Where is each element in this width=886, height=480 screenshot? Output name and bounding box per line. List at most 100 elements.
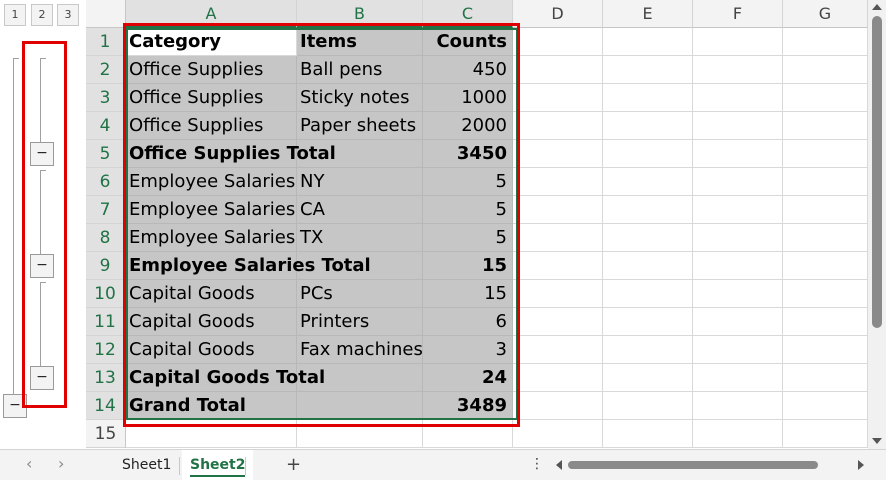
cell-e15[interactable] <box>603 420 693 448</box>
cell-g4[interactable] <box>783 112 868 140</box>
cell-c3[interactable]: 1000 <box>423 84 513 112</box>
column-header-c[interactable]: C <box>423 0 513 28</box>
cell-b12[interactable]: Fax machines <box>297 336 423 364</box>
cell-g13[interactable] <box>783 364 868 392</box>
vertical-scroll-thumb[interactable] <box>872 16 882 328</box>
row-header-3[interactable]: 3 <box>86 84 126 112</box>
row-header-5[interactable]: 5 <box>86 140 126 168</box>
outline-level-1-button[interactable]: 1 <box>4 4 26 26</box>
add-sheet-button[interactable]: + <box>286 454 301 475</box>
cell-f11[interactable] <box>693 308 783 336</box>
cell-b11[interactable]: Printers <box>297 308 423 336</box>
cell-g10[interactable] <box>783 280 868 308</box>
cell-d12[interactable] <box>513 336 603 364</box>
row-header-10[interactable]: 10 <box>86 280 126 308</box>
cell-e6[interactable] <box>603 168 693 196</box>
cell-f9[interactable] <box>693 252 783 280</box>
horizontal-scrollbar[interactable] <box>556 459 868 471</box>
cell-f7[interactable] <box>693 196 783 224</box>
row-header-1[interactable]: 1 <box>86 28 126 56</box>
cell-e10[interactable] <box>603 280 693 308</box>
cell-f6[interactable] <box>693 168 783 196</box>
cell-b8[interactable]: TX <box>297 224 423 252</box>
cell-c14[interactable]: 3489 <box>423 392 513 420</box>
cell-a3[interactable]: Office Supplies <box>126 84 297 112</box>
row-header-4[interactable]: 4 <box>86 112 126 140</box>
cell-a5[interactable]: Office Supplies Total <box>126 140 336 168</box>
cell-c1[interactable]: Counts <box>423 28 513 56</box>
cell-d13[interactable] <box>513 364 603 392</box>
cell-e14[interactable] <box>603 392 693 420</box>
cell-g8[interactable] <box>783 224 868 252</box>
cell-e8[interactable] <box>603 224 693 252</box>
cell-f15[interactable] <box>693 420 783 448</box>
cell-d3[interactable] <box>513 84 603 112</box>
row-header-12[interactable]: 12 <box>86 336 126 364</box>
cell-a11[interactable]: Capital Goods <box>126 308 297 336</box>
cell-e11[interactable] <box>603 308 693 336</box>
outline-level-2-button[interactable]: 2 <box>31 4 53 26</box>
row-header-15[interactable]: 15 <box>86 420 126 448</box>
cell-g5[interactable] <box>783 140 868 168</box>
cell-c12[interactable]: 3 <box>423 336 513 364</box>
cell-f10[interactable] <box>693 280 783 308</box>
scroll-down-icon[interactable] <box>872 438 882 444</box>
cell-d6[interactable] <box>513 168 603 196</box>
outline-level-3-button[interactable]: 3 <box>57 4 79 26</box>
cell-b10[interactable]: PCs <box>297 280 423 308</box>
cell-e9[interactable] <box>603 252 693 280</box>
cell-c13[interactable]: 24 <box>423 364 513 392</box>
cell-d5[interactable] <box>513 140 603 168</box>
cell-c2[interactable]: 450 <box>423 56 513 84</box>
cell-e3[interactable] <box>603 84 693 112</box>
cell-f2[interactable] <box>693 56 783 84</box>
scroll-left-icon[interactable] <box>556 460 562 470</box>
column-header-d[interactable]: D <box>513 0 603 28</box>
cell-d10[interactable] <box>513 280 603 308</box>
cell-g3[interactable] <box>783 84 868 112</box>
scroll-up-icon[interactable] <box>872 4 882 10</box>
cell-e7[interactable] <box>603 196 693 224</box>
cell-b6[interactable]: NY <box>297 168 423 196</box>
cell-e13[interactable] <box>603 364 693 392</box>
cell-a8[interactable]: Employee Salaries <box>126 224 297 252</box>
cell-b14[interactable] <box>297 392 423 420</box>
cell-a13[interactable]: Capital Goods Total <box>126 364 325 392</box>
select-all-corner[interactable] <box>86 0 126 28</box>
cell-g14[interactable] <box>783 392 868 420</box>
cell-g6[interactable] <box>783 168 868 196</box>
row-header-9[interactable]: 9 <box>86 252 126 280</box>
row-header-14[interactable]: 14 <box>86 392 126 420</box>
cell-f5[interactable] <box>693 140 783 168</box>
cell-d15[interactable] <box>513 420 603 448</box>
cell-d11[interactable] <box>513 308 603 336</box>
cell-a4[interactable]: Office Supplies <box>126 112 297 140</box>
row-header-13[interactable]: 13 <box>86 364 126 392</box>
cell-a15[interactable] <box>126 420 297 448</box>
row-header-6[interactable]: 6 <box>86 168 126 196</box>
cell-c5[interactable]: 3450 <box>423 140 513 168</box>
cell-d4[interactable] <box>513 112 603 140</box>
cell-d7[interactable] <box>513 196 603 224</box>
cell-b3[interactable]: Sticky notes <box>297 84 423 112</box>
prev-sheet-icon[interactable]: ‹ <box>26 454 32 473</box>
cell-g11[interactable] <box>783 308 868 336</box>
cell-a1[interactable]: Category <box>126 28 297 56</box>
cell-f13[interactable] <box>693 364 783 392</box>
collapse-group3-button[interactable]: − <box>30 366 54 390</box>
tab-sheet1[interactable]: Sheet1 <box>114 450 179 480</box>
row-header-11[interactable]: 11 <box>86 308 126 336</box>
cell-g1[interactable] <box>783 28 868 56</box>
cell-b7[interactable]: CA <box>297 196 423 224</box>
cell-g12[interactable] <box>783 336 868 364</box>
cell-g15[interactable] <box>783 420 868 448</box>
collapse-group2-button[interactable]: − <box>30 254 54 278</box>
cell-c9[interactable]: 15 <box>423 252 513 280</box>
cell-g9[interactable] <box>783 252 868 280</box>
cell-d9[interactable] <box>513 252 603 280</box>
cell-f12[interactable] <box>693 336 783 364</box>
cell-g7[interactable] <box>783 196 868 224</box>
collapse-level1-button[interactable]: − <box>3 394 27 418</box>
row-header-8[interactable]: 8 <box>86 224 126 252</box>
cell-b4[interactable]: Paper sheets <box>297 112 423 140</box>
